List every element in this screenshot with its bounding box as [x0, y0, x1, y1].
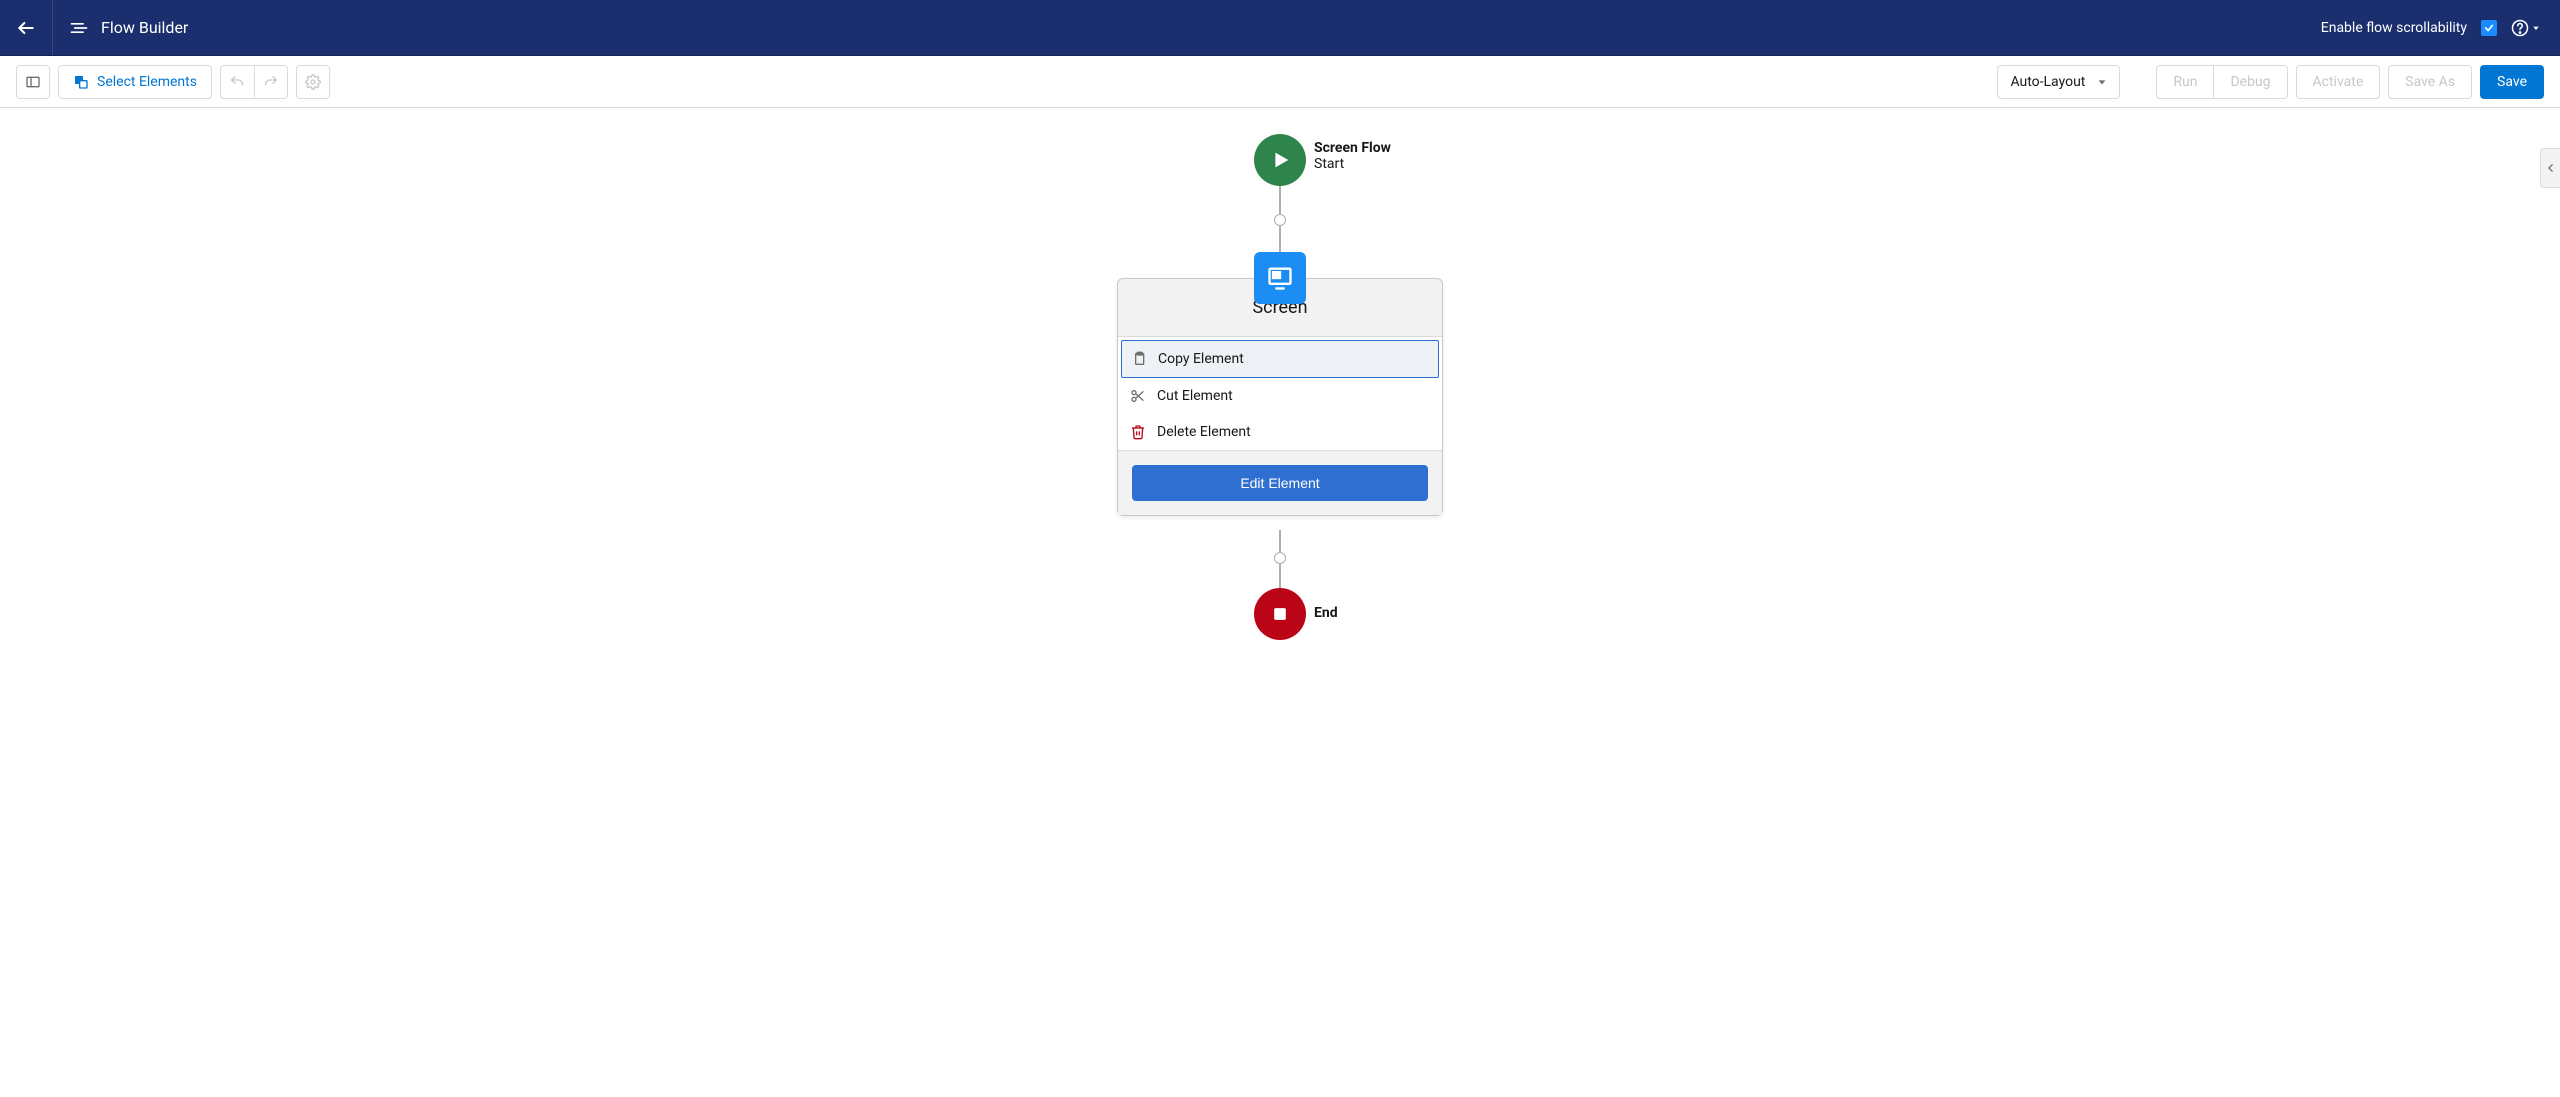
scrollability-checkbox[interactable]: [2481, 20, 2497, 36]
scissors-icon: [1129, 388, 1147, 404]
back-arrow-icon: [16, 18, 36, 38]
toolbar-right: Auto-Layout Run Debug Activate Save As S…: [1997, 65, 2544, 99]
canvas[interactable]: Screen Flow Start Screen Copy Element: [0, 108, 2560, 1097]
element-context-menu: Screen Copy Element Cut Element: [1117, 278, 1443, 516]
expand-right-panel-button[interactable]: [2540, 148, 2560, 188]
caret-down-icon: [2097, 77, 2107, 87]
layout-mode-label: Auto-Layout: [2010, 74, 2085, 90]
activate-button[interactable]: Activate: [2296, 65, 2381, 99]
redo-icon: [263, 74, 279, 90]
select-elements-label: Select Elements: [97, 74, 197, 90]
select-elements-icon: [73, 74, 89, 90]
copy-element-label: Copy Element: [1158, 351, 1244, 367]
select-elements-button[interactable]: Select Elements: [58, 65, 212, 99]
connector: [1279, 226, 1281, 252]
delete-element-label: Delete Element: [1157, 424, 1251, 440]
menu-footer: Edit Element: [1118, 450, 1442, 515]
stop-icon: [1270, 604, 1290, 624]
delete-element-item[interactable]: Delete Element: [1121, 414, 1439, 450]
trash-icon: [1129, 424, 1147, 440]
flow-builder-icon: [69, 18, 89, 38]
panel-icon: [25, 74, 41, 90]
app-title: Flow Builder: [101, 18, 188, 37]
cut-element-item[interactable]: Cut Element: [1121, 378, 1439, 414]
end-circle: [1254, 588, 1306, 640]
back-button[interactable]: [0, 0, 53, 55]
gear-icon: [305, 74, 321, 90]
end-node[interactable]: End: [1254, 588, 1306, 640]
cut-element-label: Cut Element: [1157, 388, 1233, 404]
run-button[interactable]: Run: [2156, 65, 2213, 99]
header-left: Flow Builder: [0, 0, 204, 55]
clipboard-icon: [1130, 351, 1148, 367]
edit-element-button[interactable]: Edit Element: [1132, 465, 1428, 501]
check-icon: [2484, 23, 2494, 33]
settings-button[interactable]: [296, 65, 330, 99]
connector: [1279, 564, 1281, 588]
copy-element-item[interactable]: Copy Element: [1121, 340, 1439, 378]
app-header: Flow Builder Enable flow scrollability: [0, 0, 2560, 56]
undo-redo-group: [220, 65, 288, 99]
undo-button[interactable]: [220, 65, 254, 99]
help-menu[interactable]: [2511, 19, 2540, 37]
redo-button[interactable]: [254, 65, 288, 99]
scrollability-label: Enable flow scrollability: [2321, 20, 2467, 36]
play-icon: [1269, 149, 1291, 171]
screen-icon: [1266, 264, 1294, 292]
connector: [1279, 530, 1281, 552]
menu-list: Copy Element Cut Element Delete Element: [1118, 337, 1442, 450]
toolbar: Select Elements Auto-Layout Run Debug Ac…: [0, 56, 2560, 108]
save-button[interactable]: Save: [2480, 65, 2544, 99]
help-icon: [2511, 19, 2529, 37]
start-node[interactable]: Screen Flow Start: [1254, 134, 1306, 186]
start-node-label: Screen Flow Start: [1314, 140, 1391, 172]
screen-node[interactable]: [1254, 252, 1306, 304]
undo-icon: [229, 74, 245, 90]
toolbar-left: Select Elements: [16, 65, 330, 99]
connector: [1279, 186, 1281, 214]
add-element-button[interactable]: [1274, 214, 1286, 226]
save-as-button[interactable]: Save As: [2388, 65, 2472, 99]
end-node-label: End: [1314, 605, 1338, 621]
toggle-left-panel-button[interactable]: [16, 65, 50, 99]
layout-mode-select[interactable]: Auto-Layout: [1997, 65, 2120, 99]
debug-button[interactable]: Debug: [2213, 65, 2287, 99]
app-brand: Flow Builder: [53, 18, 204, 38]
chevron-left-icon: [2546, 163, 2556, 173]
header-right: Enable flow scrollability: [2321, 19, 2560, 37]
start-circle: [1254, 134, 1306, 186]
add-element-button[interactable]: [1274, 552, 1286, 564]
caret-down-icon: [2532, 24, 2540, 32]
